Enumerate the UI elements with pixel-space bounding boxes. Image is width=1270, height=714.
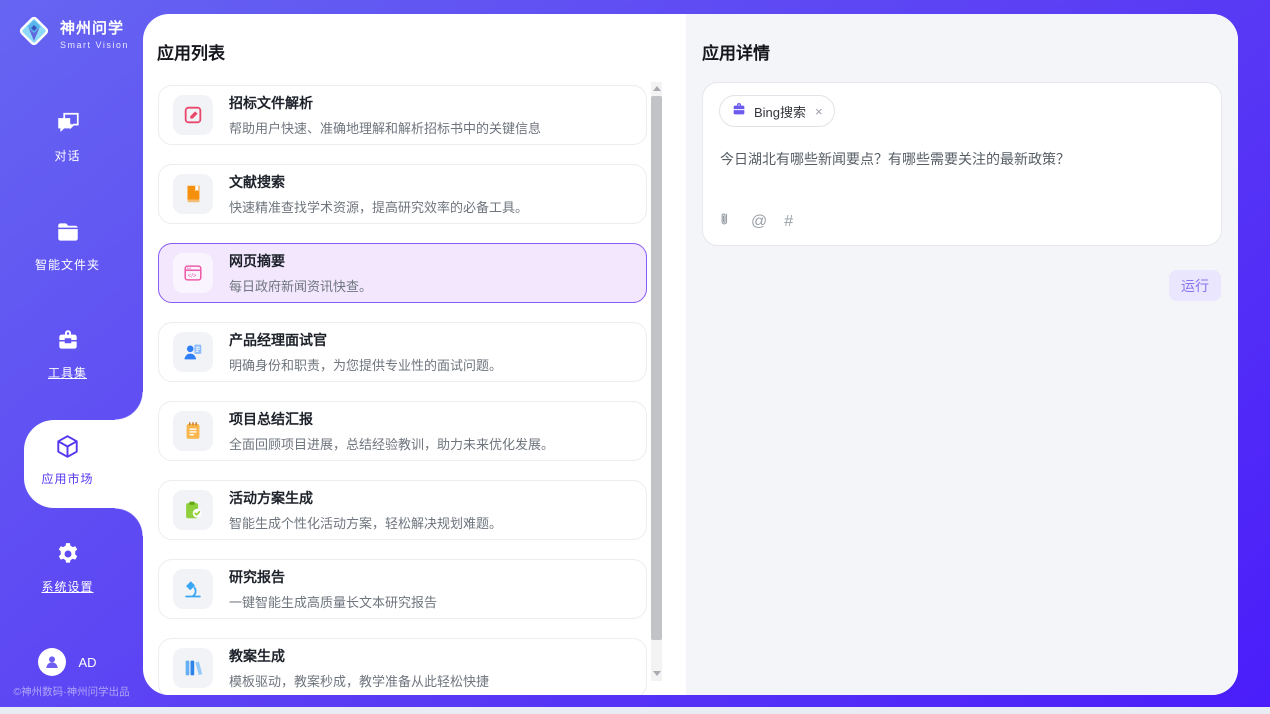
composer-toolbar: @ # — [719, 211, 793, 232]
content-shell: 应用列表 应用详情 招标文件解析 帮助用户快速、准确地理解和解析招标书中的关键信… — [143, 14, 1238, 695]
gear-icon — [55, 541, 81, 567]
app-frame: 神州问学 Smart Vision 对话 智能文件夹 — [0, 0, 1270, 707]
user-name: AD — [78, 655, 96, 670]
app-card-desc: 明确身份和职责，为您提供专业性的面试问题。 — [229, 355, 502, 374]
app-card-event-plan[interactable]: 活动方案生成 智能生成个性化活动方案，轻松解决规划难题。 — [158, 480, 647, 540]
sidebar-item-label: 智能文件夹 — [0, 256, 135, 273]
app-card-desc: 智能生成个性化活动方案，轻松解决规划难题。 — [229, 513, 502, 532]
app-card-title: 招标文件解析 — [229, 93, 541, 113]
app-card-title: 产品经理面试官 — [229, 330, 502, 350]
tab-fillet-bottom — [115, 508, 143, 536]
user-avatar-icon — [38, 648, 66, 676]
sidebar-item-smart-folder[interactable]: 智能文件夹 — [0, 219, 135, 273]
app-card-title: 文献搜索 — [229, 172, 528, 192]
app-card-title: 研究报告 — [229, 567, 437, 587]
app-card-lesson-plan[interactable]: 教案生成 模板驱动，教案秒成，教学准备从此轻松快捷 — [158, 638, 647, 695]
books-icon — [173, 648, 213, 688]
brand-name: 神州问学 — [60, 17, 129, 38]
app-card-desc: 全面回顾项目进展，总结经验教训，助力未来优化发展。 — [229, 434, 554, 453]
clipboard-check-icon — [173, 490, 213, 530]
edit-note-icon — [173, 95, 213, 135]
app-card-desc: 帮助用户快速、准确地理解和解析招标书中的关键信息 — [229, 118, 541, 137]
book-icon — [173, 174, 213, 214]
sidebar-item-app-market[interactable]: 应用市场 — [0, 433, 135, 487]
app-card-tender-analysis[interactable]: 招标文件解析 帮助用户快速、准确地理解和解析招标书中的关键信息 — [158, 85, 647, 145]
app-card-web-summary[interactable]: </> 网页摘要 每日政府新闻资讯快查。 — [158, 243, 647, 303]
app-card-literature-search[interactable]: 文献搜索 快速精准查找学术资源，提高研究效率的必备工具。 — [158, 164, 647, 224]
sidebar-item-label: 系统设置 — [0, 578, 135, 595]
sidebar-item-label: 对话 — [0, 147, 135, 164]
chat-icon — [55, 110, 81, 136]
sidebar-item-label: 应用市场 — [0, 470, 135, 487]
brand-subtitle: Smart Vision — [60, 40, 129, 50]
tool-chip-bing-search[interactable]: Bing搜索 × — [719, 95, 835, 127]
prompt-card[interactable]: Bing搜索 × 今日湖北有哪些新闻要点？有哪些需要关注的最新政策？ @ # — [702, 82, 1222, 246]
at-icon[interactable]: @ — [751, 214, 767, 230]
app-card-desc: 每日政府新闻资讯快查。 — [229, 276, 372, 295]
app-card-title: 项目总结汇报 — [229, 409, 554, 429]
sidebar-item-settings[interactable]: 系统设置 — [0, 541, 135, 595]
interviewer-icon — [173, 332, 213, 372]
brand-logo: 神州问学 Smart Vision — [16, 13, 129, 54]
browser-code-icon: </> — [173, 253, 213, 293]
app-card-title: 教案生成 — [229, 646, 489, 666]
briefcase-icon — [731, 101, 747, 122]
scroll-down-arrow-icon[interactable] — [653, 671, 661, 676]
app-card-desc: 快速精准查找学术资源，提高研究效率的必备工具。 — [229, 197, 528, 216]
gem-logo-icon — [16, 13, 52, 54]
notepad-icon — [173, 411, 213, 451]
sidebar-item-chat[interactable]: 对话 — [0, 110, 135, 164]
paperclip-icon[interactable] — [719, 211, 734, 232]
copyright-text: ©神州数码·神州问学出品 — [0, 684, 143, 699]
toolbox-icon — [55, 327, 81, 353]
app-list: 招标文件解析 帮助用户快速、准确地理解和解析招标书中的关键信息 文献搜索 快速精… — [158, 85, 647, 695]
app-card-research-report[interactable]: 研究报告 一键智能生成高质量长文本研究报告 — [158, 559, 647, 619]
tab-fillet-top — [115, 392, 143, 420]
microscope-icon — [173, 569, 213, 609]
user-account[interactable]: AD — [0, 648, 135, 676]
scroll-up-arrow-icon[interactable] — [653, 86, 661, 91]
tool-chip-label: Bing搜索 — [754, 102, 806, 121]
svg-text:</>: </> — [188, 273, 197, 279]
app-card-desc: 模板驱动，教案秒成，教学准备从此轻松快捷 — [229, 671, 489, 690]
app-card-project-summary[interactable]: 项目总结汇报 全面回顾项目进展，总结经验教训，助力未来优化发展。 — [158, 401, 647, 461]
list-scrollbar-thumb[interactable] — [651, 96, 662, 640]
hash-icon[interactable]: # — [784, 214, 793, 230]
sidebar-item-label: 工具集 — [0, 364, 135, 381]
app-card-title: 网页摘要 — [229, 251, 372, 271]
prompt-input[interactable]: 今日湖北有哪些新闻要点？有哪些需要关注的最新政策？ — [720, 149, 1200, 169]
app-card-title: 活动方案生成 — [229, 488, 502, 508]
close-icon[interactable]: × — [815, 104, 823, 119]
run-button[interactable]: 运行 — [1169, 270, 1221, 301]
app-card-pm-interviewer[interactable]: 产品经理面试官 明确身份和职责，为您提供专业性的面试问题。 — [158, 322, 647, 382]
folder-icon — [55, 219, 81, 245]
app-detail-title: 应用详情 — [702, 39, 770, 64]
sidebar-item-toolset[interactable]: 工具集 — [0, 327, 135, 381]
app-list-title: 应用列表 — [157, 39, 225, 64]
app-card-desc: 一键智能生成高质量长文本研究报告 — [229, 592, 437, 611]
cube-icon — [54, 447, 81, 464]
